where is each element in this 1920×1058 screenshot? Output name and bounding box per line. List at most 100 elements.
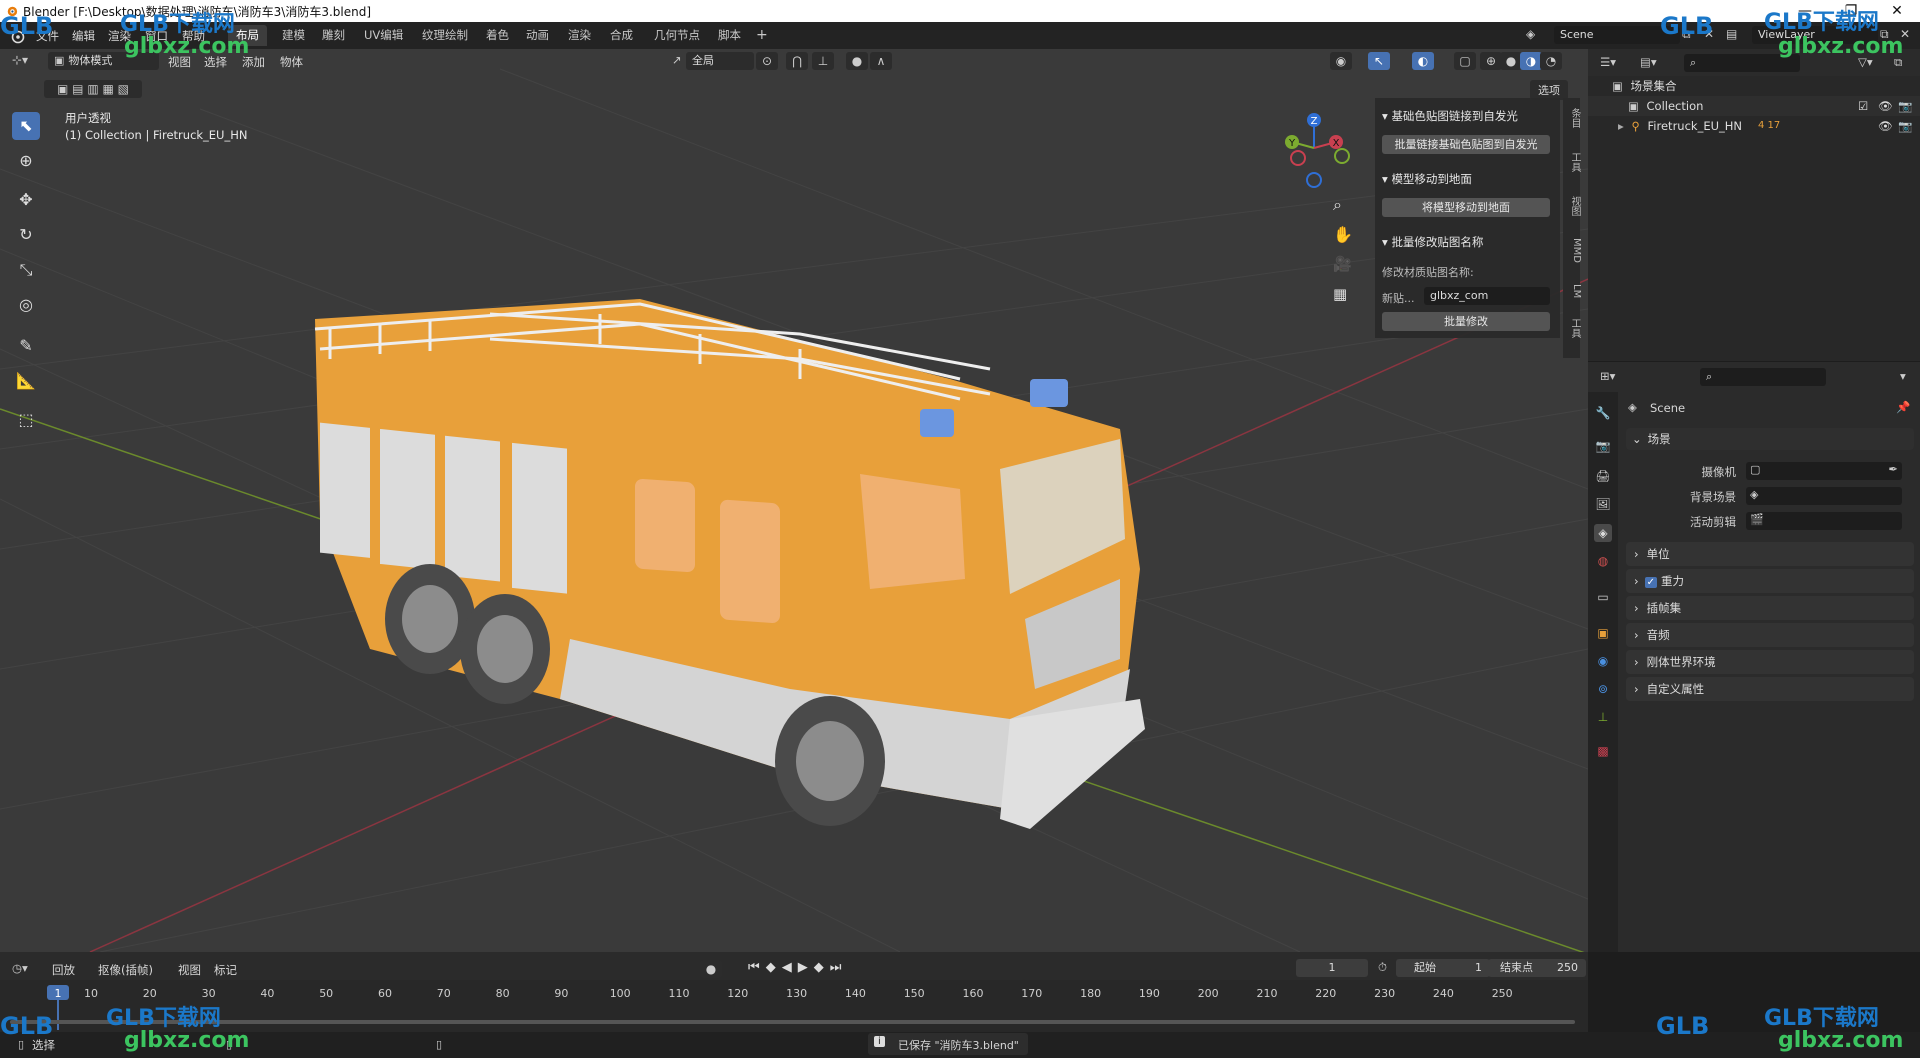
perspective-toggle-icon[interactable]: ▦ <box>1333 285 1347 303</box>
tool-tab-icon[interactable]: 🔧 <box>1594 404 1612 422</box>
tab-compositing[interactable]: 合成 <box>602 25 641 46</box>
scale-tool-icon[interactable]: ⤡ <box>12 256 40 284</box>
playback-controls[interactable]: ⏮◆◀▶◆⏭ <box>748 960 847 975</box>
exclude-checkbox-icon[interactable]: ☑ <box>1858 96 1868 116</box>
rotate-tool-icon[interactable]: ↻ <box>12 221 40 249</box>
custom-properties-section[interactable]: › 自定义属性 <box>1626 677 1914 701</box>
timeline-editor-icon[interactable]: ◷▾ <box>12 961 28 975</box>
ntab-tool[interactable]: 工具 <box>1565 152 1582 172</box>
gravity-checkbox-icon[interactable]: ✓ <box>1644 577 1657 588</box>
timeline-view-menu[interactable]: 视图 <box>178 962 201 978</box>
marker-menu[interactable]: 标记 <box>214 962 237 978</box>
ntab-lm[interactable]: LM <box>1565 284 1582 298</box>
select-mode-buttons[interactable]: ▣ ▤ ▥ ▦ ▧ <box>44 80 142 98</box>
keying-menu[interactable]: 抠像(插帧) <box>98 962 153 978</box>
tab-scripting[interactable]: 脚本 <box>710 25 749 46</box>
tree-row-collection[interactable]: ▣ Collection ☑ 👁 📷 <box>1588 96 1920 116</box>
pivot-point-icon[interactable]: ⊙ <box>756 52 778 70</box>
close-button[interactable]: ✕ <box>1874 0 1920 22</box>
move-to-ground-button[interactable]: 将模型移动到地面 <box>1382 198 1550 217</box>
scene-section-header[interactable]: ⌄ 场景 <box>1626 428 1914 450</box>
tab-uv-editing[interactable]: UV编辑 <box>356 25 411 46</box>
menu-object[interactable]: 物体 <box>280 54 303 70</box>
playback-menu[interactable]: 回放 <box>52 962 75 978</box>
camera-view-icon[interactable]: 🎥 <box>1333 255 1352 273</box>
section-move-to-ground-title[interactable]: ▾ 模型移动到地面 <box>1382 171 1472 187</box>
active-clip-field[interactable]: 🎬 <box>1746 512 1902 530</box>
expand-arrow-icon[interactable]: ▸ <box>1618 119 1624 133</box>
world-tab-icon[interactable]: ◍ <box>1594 552 1612 570</box>
falloff-icon[interactable]: ∧ <box>870 52 892 70</box>
pin-icon[interactable]: 📌 <box>1896 400 1910 414</box>
cursor-tool-icon[interactable]: ⊕ <box>12 147 40 175</box>
physics-tab-icon[interactable]: ◉ <box>1594 652 1612 670</box>
visibility-eye-icon[interactable]: 👁 <box>1878 116 1893 136</box>
end-frame-field[interactable]: 结束点 250 <box>1488 959 1586 977</box>
units-section[interactable]: › 单位 <box>1626 542 1914 566</box>
move-tool-icon[interactable]: ✥ <box>12 186 40 214</box>
render-camera-icon[interactable]: 📷 <box>1898 116 1912 136</box>
gizmo-toggle-icon[interactable]: ↖ <box>1368 52 1390 70</box>
keying-sets-section[interactable]: › 插帧集 <box>1626 596 1914 620</box>
ntab-item[interactable]: 条目 <box>1565 108 1582 128</box>
add-workspace-button[interactable]: + <box>748 25 776 46</box>
select-box-tool-icon[interactable]: ⬉ <box>12 112 40 140</box>
measure-tool-icon[interactable]: 📐 <box>12 367 40 395</box>
constraints-tab-icon[interactable]: ⊚ <box>1594 680 1612 698</box>
view-layer-tab-icon[interactable]: 🖼 <box>1594 495 1612 513</box>
properties-search-input[interactable]: ⌕ <box>1700 368 1826 386</box>
visibility-eye-icon[interactable]: 👁 <box>1878 96 1893 116</box>
tab-animation[interactable]: 动画 <box>518 25 557 46</box>
overlay-toggle-icon[interactable]: ◐ <box>1412 52 1434 70</box>
tab-rendering[interactable]: 渲染 <box>560 25 599 46</box>
material-shading-icon[interactable]: ◑ <box>1520 52 1542 70</box>
tree-row-firetruck[interactable]: ▸ ⚲ Firetruck_EU_HN 4 17 👁 📷 <box>1588 116 1920 136</box>
options-dropdown[interactable]: 选项 <box>1530 80 1568 100</box>
tab-sculpting[interactable]: 雕刻 <box>314 25 353 46</box>
batch-rename-button[interactable]: 批量修改 <box>1382 312 1550 331</box>
transform-tool-icon[interactable]: ◎ <box>12 291 40 319</box>
proportional-edit-icon[interactable]: ● <box>846 52 868 70</box>
stopwatch-icon[interactable]: ⏱ <box>1378 960 1387 975</box>
scene-selector-icon[interactable]: ◈ <box>1526 27 1546 45</box>
tree-row-scene-collection[interactable]: ▣ 场景集合 <box>1588 76 1920 96</box>
tab-geometry-nodes[interactable]: 几何节点 <box>646 25 708 46</box>
timeline-scrollbar[interactable] <box>10 1020 1575 1024</box>
current-frame-field[interactable]: 1 <box>1296 959 1368 977</box>
background-scene-field[interactable]: ◈ <box>1746 487 1902 505</box>
snap-target-icon[interactable]: ⊥ <box>812 52 834 70</box>
eyedropper-icon[interactable]: ✒ <box>1888 462 1898 476</box>
output-tab-icon[interactable]: 🖨 <box>1594 467 1612 485</box>
menu-edit[interactable]: 编辑 <box>72 28 95 44</box>
audio-section[interactable]: › 音频 <box>1626 623 1914 647</box>
render-camera-icon[interactable]: 📷 <box>1898 96 1912 116</box>
tab-shading[interactable]: 着色 <box>478 25 517 46</box>
xray-icon[interactable]: ▢ <box>1454 52 1476 70</box>
collection-tab-icon[interactable]: ▭ <box>1594 588 1612 606</box>
properties-options-icon[interactable]: ▾ <box>1900 369 1906 383</box>
ntab-view[interactable]: 视图 <box>1565 196 1582 216</box>
gravity-section[interactable]: › ✓ 重力 <box>1626 569 1914 593</box>
section-emission-link-title[interactable]: ▾ 基础色贴图链接到自发光 <box>1382 108 1518 124</box>
auto-keying-icon[interactable]: ● <box>700 960 722 978</box>
ntab-tools[interactable]: 工具 <box>1565 318 1582 338</box>
rendered-shading-icon[interactable]: ◔ <box>1540 52 1562 70</box>
snap-icon[interactable]: ⋂ <box>786 52 808 70</box>
visibility-icon[interactable]: ◉ <box>1330 52 1352 70</box>
tab-modeling[interactable]: 建模 <box>274 25 313 46</box>
view-layer-icon[interactable]: ▤ <box>1726 27 1737 41</box>
data-tab-icon[interactable]: ⊥ <box>1594 708 1612 726</box>
editor-type-icon[interactable]: ⊹▾ <box>12 53 28 67</box>
pan-hand-icon[interactable]: ✋ <box>1333 225 1353 244</box>
solid-shading-icon[interactable]: ● <box>1500 52 1522 70</box>
properties-editor-icon[interactable]: ⊞▾ <box>1600 369 1615 383</box>
scene-tab-icon[interactable]: ◈ <box>1594 524 1612 542</box>
ntab-mmd[interactable]: MMD <box>1565 238 1582 263</box>
annotate-tool-icon[interactable]: ✎ <box>12 332 40 360</box>
zoom-icon[interactable]: ⌕ <box>1333 195 1342 215</box>
new-name-input[interactable]: glbxz_com <box>1424 287 1550 305</box>
wireframe-shading-icon[interactable]: ⊕ <box>1480 52 1502 70</box>
camera-field[interactable]: ▢ ✒ <box>1746 462 1902 480</box>
object-tab-icon[interactable]: ▣ <box>1594 624 1612 642</box>
add-cube-tool-icon[interactable]: ⬚ <box>12 406 40 434</box>
